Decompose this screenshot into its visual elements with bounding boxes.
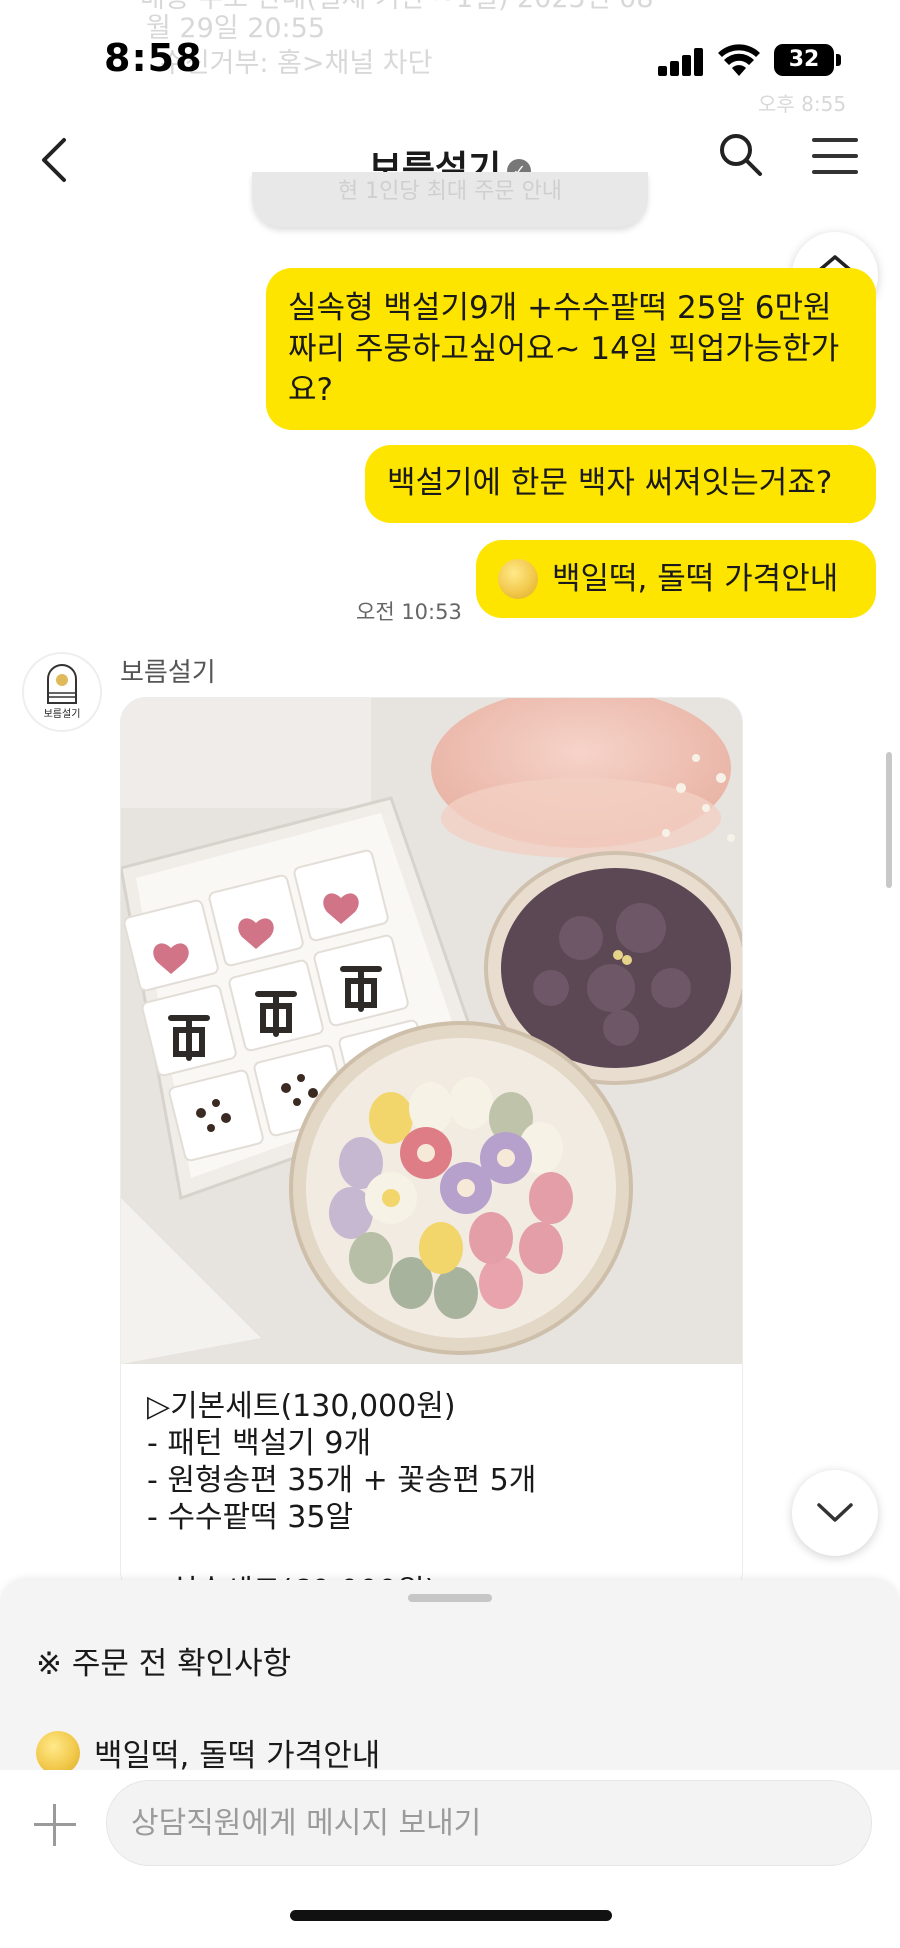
message-card[interactable]: ▷기본세트(130,000원) - 패턴 백설기 9개 - 원형송편 35개 +…	[120, 697, 743, 1597]
card-line: - 수수팥떡 35알	[147, 1500, 354, 1535]
avatar[interactable]: 보름설기	[22, 652, 102, 732]
full-moon-emoji-icon	[498, 559, 538, 599]
quick-menu-sheet: ※ 주문 전 확인사항 백일떡, 돌떡 가격안내	[0, 1580, 900, 1770]
sent-message-text: 백일떡, 돌떡 가격안내	[552, 560, 839, 597]
quick-menu-item[interactable]: ※ 주문 전 확인사항	[36, 1638, 291, 1683]
status-time: 8:58	[104, 36, 203, 80]
sent-message[interactable]: 백일떡, 돌떡 가격안내	[476, 540, 876, 618]
drag-handle[interactable]	[408, 1594, 492, 1602]
sent-message[interactable]: 실속형 백설기9개 +수수팥떡 25알 6만원짜리 주뭉하고싶어요~ 14일 픽…	[266, 268, 876, 430]
sender-name: 보름설기	[120, 658, 216, 688]
card-line: - 원형송편 35개 + 꽃송편 5개	[147, 1463, 537, 1498]
scrollbar[interactable]	[886, 752, 892, 888]
moon-logo-icon	[47, 664, 77, 704]
card-line: - 패턴 백설기 9개	[147, 1426, 372, 1461]
wifi-icon	[718, 44, 760, 76]
attach-button[interactable]	[30, 1800, 80, 1850]
cellular-signal-icon	[658, 48, 704, 76]
card-line: ▷기본세트(130,000원)	[147, 1389, 456, 1424]
card-line	[147, 1536, 536, 1573]
rice-cake-photo-illustration	[121, 698, 742, 1364]
search-button[interactable]	[716, 130, 766, 180]
status-bar: 8:58 32	[0, 0, 900, 120]
notice-pill[interactable]: 현 1인당 최대 주문 안내	[252, 172, 648, 227]
quick-menu-item-label: 백일떡, 돌떡 가격안내	[94, 1738, 381, 1770]
message-input[interactable]	[106, 1780, 872, 1866]
message-input-bar	[0, 1770, 900, 1948]
full-moon-emoji-icon	[36, 1730, 80, 1770]
avatar-label: 보름설기	[43, 709, 81, 720]
product-photo[interactable]	[121, 698, 742, 1364]
menu-button[interactable]	[810, 134, 860, 178]
card-body: ▷기본세트(130,000원) - 패턴 백설기 9개 - 원형송편 35개 +…	[147, 1388, 537, 1596]
battery-cap	[836, 54, 841, 66]
message-timestamp: 오전 10:53	[356, 600, 462, 624]
sent-message[interactable]: 백설기에 한문 백자 써져잇는거죠?	[365, 445, 876, 523]
quick-menu-item[interactable]: 백일떡, 돌떡 가격안내	[36, 1730, 380, 1770]
home-indicator[interactable]	[290, 1910, 612, 1921]
plus-icon	[34, 1823, 76, 1826]
chevron-down-icon	[817, 1503, 853, 1522]
scroll-to-bottom-button[interactable]	[792, 1470, 878, 1556]
battery-icon: 32	[774, 44, 834, 76]
